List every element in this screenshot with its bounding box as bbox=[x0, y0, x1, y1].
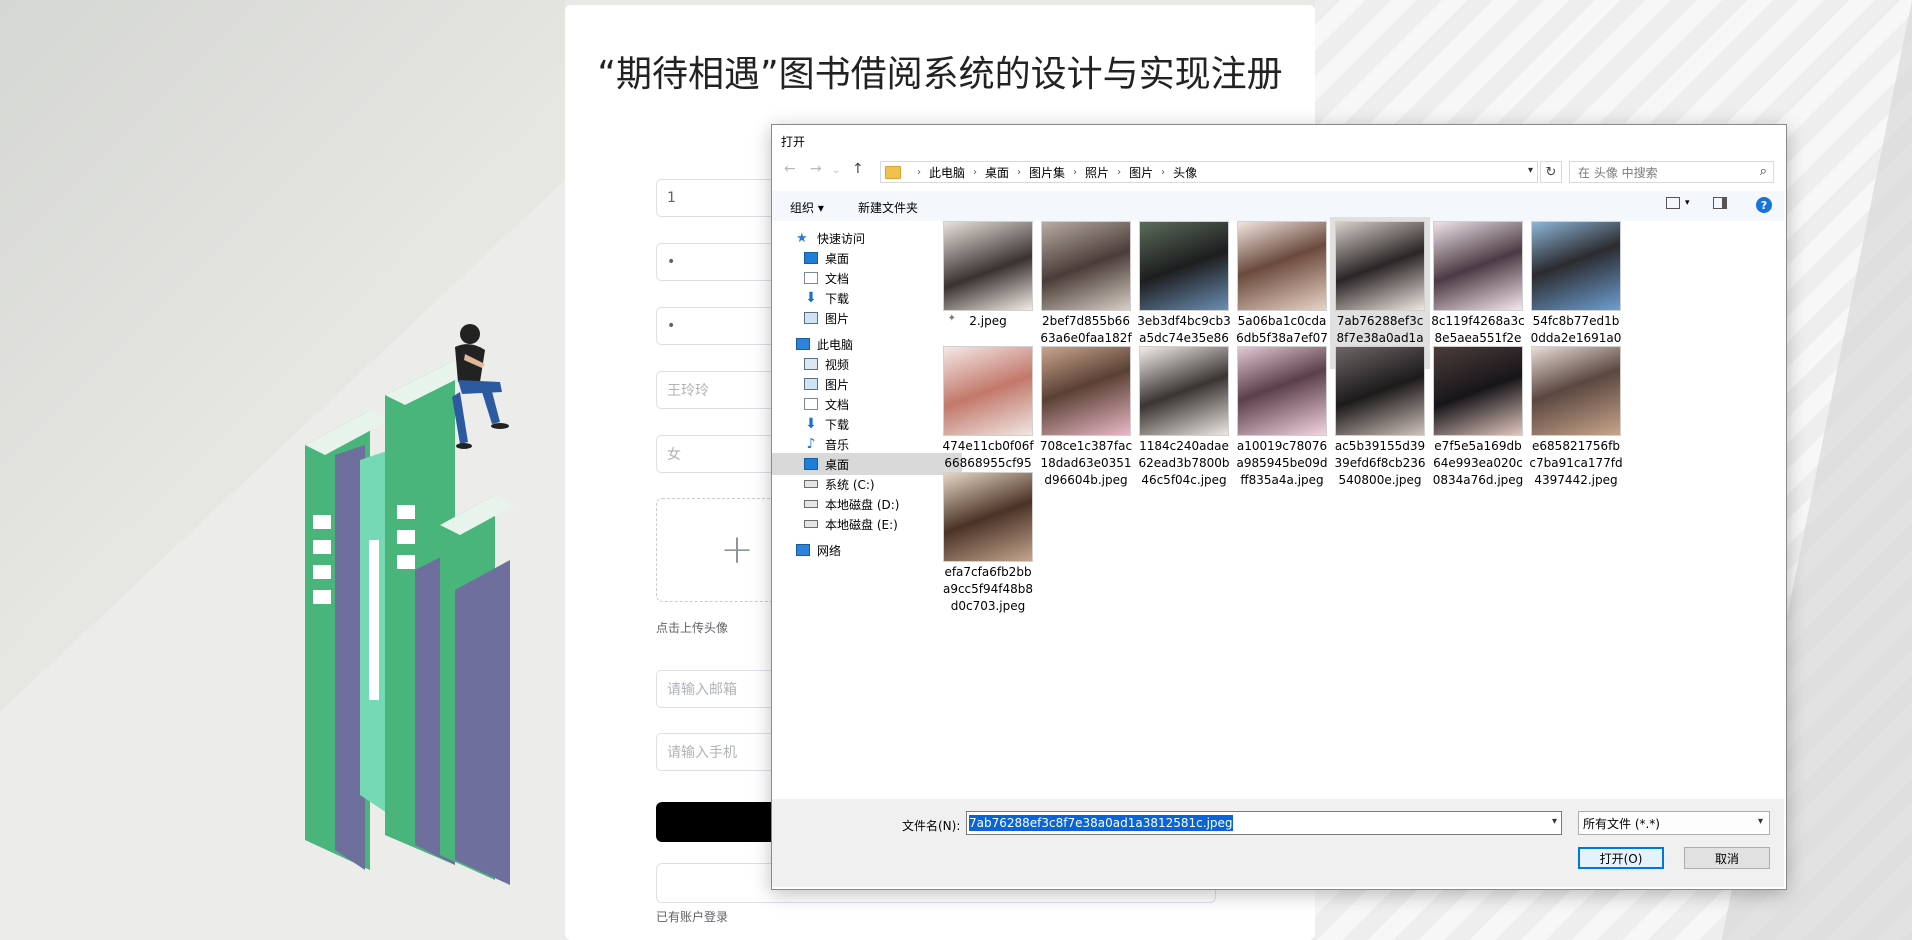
navigation-pane: ★ 快速访问 桌面✦ 文档✦ ⬇ 下载✦ 图片✦ 此电脑 视频 图 bbox=[772, 225, 962, 799]
file-item[interactable]: a10019c78076a985945be09dff835a4a.jpeg bbox=[1232, 342, 1332, 489]
dialog-footer: 文件名(N): 7ab76288ef3c8f7e38a0ad1a3812581c… bbox=[772, 799, 1784, 887]
breadcrumb-photos[interactable]: 照片 bbox=[1085, 164, 1109, 181]
network-icon bbox=[796, 544, 810, 556]
computer-icon bbox=[796, 338, 810, 350]
file-grid: 2.jpeg 2bef7d855b6663a6e0faa182f5b13c53.… bbox=[932, 217, 1784, 799]
image-thumbnail bbox=[1335, 346, 1425, 436]
image-thumbnail bbox=[1433, 346, 1523, 436]
image-thumbnail bbox=[1139, 221, 1229, 311]
recent-chevron-icon[interactable]: ⌄ bbox=[832, 165, 840, 176]
document-icon bbox=[804, 398, 818, 410]
star-icon: ★ bbox=[796, 230, 808, 246]
up-arrow-icon[interactable]: ↑ bbox=[852, 161, 864, 177]
filename-label: 文件名(N): bbox=[902, 819, 961, 833]
file-item[interactable]: efa7cfa6fb2bba9cc5f94f48b8d0c703.jpeg bbox=[938, 468, 1038, 615]
file-item[interactable]: 2.jpeg bbox=[938, 217, 1038, 330]
organize-button[interactable]: 组织 ▾ bbox=[790, 199, 824, 216]
file-item[interactable]: e7f5e5a169db64e993ea020c0834a76d.jpeg bbox=[1428, 342, 1528, 489]
image-thumbnail bbox=[1237, 346, 1327, 436]
desktop-icon bbox=[804, 458, 818, 470]
search-icon[interactable]: ⌕ bbox=[1760, 164, 1767, 179]
document-icon bbox=[804, 272, 818, 284]
file-item[interactable]: 474e11cb0f06f66868955cf9546d457b.jpeg bbox=[938, 342, 1038, 489]
chevron-right-icon: › bbox=[973, 166, 978, 178]
download-icon: ⬇ bbox=[805, 290, 817, 306]
file-item[interactable]: 1184c240adae62ead3b7800b46c5f04c.jpeg bbox=[1134, 342, 1234, 489]
filename-value: 7ab76288ef3c8f7e38a0ad1a3812581c.jpeg bbox=[969, 815, 1233, 831]
breadcrumb-desktop[interactable]: 桌面 bbox=[985, 164, 1009, 181]
image-thumbnail bbox=[943, 346, 1033, 436]
desktop-icon bbox=[804, 252, 818, 264]
drive-icon bbox=[804, 520, 818, 528]
breadcrumb-avatars[interactable]: 头像 bbox=[1173, 164, 1197, 181]
cancel-button[interactable]: 取消 bbox=[1684, 847, 1770, 869]
search-placeholder: 在 头像 中搜索 bbox=[1578, 165, 1658, 180]
picture-icon bbox=[804, 312, 818, 324]
person-illustration bbox=[452, 324, 509, 449]
image-thumbnail bbox=[943, 221, 1033, 311]
image-thumbnail bbox=[1139, 346, 1229, 436]
dialog-title: 打开 bbox=[781, 135, 806, 149]
login-link[interactable]: 已有账户登录 bbox=[656, 908, 728, 925]
image-thumbnail bbox=[1237, 221, 1327, 311]
address-bar[interactable]: › 此电脑 › 桌面 › 图片集 › 照片 › 图片 › 头像 ▾ bbox=[880, 161, 1538, 183]
forward-arrow-icon[interactable]: → bbox=[810, 161, 822, 177]
back-arrow-icon[interactable]: ← bbox=[784, 161, 796, 177]
image-thumbnail bbox=[1041, 346, 1131, 436]
breadcrumb-albums[interactable]: 图片集 bbox=[1029, 164, 1065, 181]
filetype-select[interactable]: 所有文件 (*.*) ▾ bbox=[1578, 811, 1770, 835]
chevron-down-icon[interactable]: ▾ bbox=[1685, 198, 1690, 208]
file-item[interactable]: e685821756fbc7ba91ca177fd4397442.jpeg bbox=[1526, 342, 1626, 489]
download-icon: ⬇ bbox=[805, 416, 817, 432]
page-title: “期待相遇”图书借阅系统的设计与实现注册 bbox=[597, 54, 1283, 95]
image-thumbnail bbox=[943, 472, 1033, 562]
image-thumbnail bbox=[1041, 221, 1131, 311]
help-icon[interactable]: ? bbox=[1756, 197, 1772, 213]
search-input[interactable]: 在 头像 中搜索 ⌕ bbox=[1569, 161, 1774, 183]
view-options-icon[interactable] bbox=[1666, 197, 1680, 209]
breadcrumb-pictures[interactable]: 图片 bbox=[1129, 164, 1153, 181]
drive-icon bbox=[804, 480, 818, 488]
chevron-right-icon: › bbox=[1073, 166, 1078, 178]
filename-input[interactable]: 7ab76288ef3c8f7e38a0ad1a3812581c.jpeg ▾ bbox=[966, 811, 1562, 835]
chevron-right-icon: › bbox=[917, 166, 921, 178]
file-open-dialog: 打开 ← → ⌄ ↑ › 此电脑 › 桌面 › 图片集 › 照片 › 图片 › … bbox=[771, 124, 1787, 890]
image-thumbnail bbox=[1335, 221, 1425, 311]
nav-this-pc[interactable]: 此电脑 bbox=[772, 333, 954, 355]
music-icon: ♪ bbox=[806, 436, 816, 452]
breadcrumb-this-pc[interactable]: 此电脑 bbox=[929, 164, 965, 181]
file-item[interactable]: ac5b39155d3939efd6f8cb236540800e.jpeg bbox=[1330, 342, 1430, 489]
preview-pane-icon[interactable] bbox=[1713, 197, 1727, 209]
refresh-icon[interactable]: ↻ bbox=[1540, 161, 1562, 183]
image-thumbnail bbox=[1531, 221, 1621, 311]
new-folder-button[interactable]: 新建文件夹 bbox=[858, 199, 918, 216]
video-icon bbox=[804, 358, 818, 370]
open-button[interactable]: 打开(O) bbox=[1578, 847, 1664, 869]
chevron-down-icon: ▾ bbox=[1757, 816, 1763, 827]
nav-quick-access[interactable]: ★ 快速访问 bbox=[772, 227, 954, 249]
chevron-right-icon: › bbox=[1161, 166, 1166, 178]
file-item[interactable]: 708ce1c387fac18dad63e0351d96604b.jpeg bbox=[1036, 342, 1136, 489]
folder-icon bbox=[885, 165, 901, 179]
filetype-value: 所有文件 (*.*) bbox=[1583, 816, 1660, 831]
plus-icon: + bbox=[720, 527, 754, 573]
drive-icon bbox=[804, 500, 818, 508]
chevron-right-icon: › bbox=[1117, 166, 1122, 178]
upload-hint: 点击上传头像 bbox=[656, 621, 729, 635]
picture-icon bbox=[804, 378, 818, 390]
chevron-down-icon[interactable]: ▾ bbox=[1552, 816, 1557, 827]
image-thumbnail bbox=[1433, 221, 1523, 311]
image-thumbnail bbox=[1531, 346, 1621, 436]
chevron-down-icon[interactable]: ▾ bbox=[1528, 165, 1533, 176]
nav-network[interactable]: 网络 bbox=[772, 539, 954, 561]
chevron-right-icon: › bbox=[1017, 166, 1022, 178]
